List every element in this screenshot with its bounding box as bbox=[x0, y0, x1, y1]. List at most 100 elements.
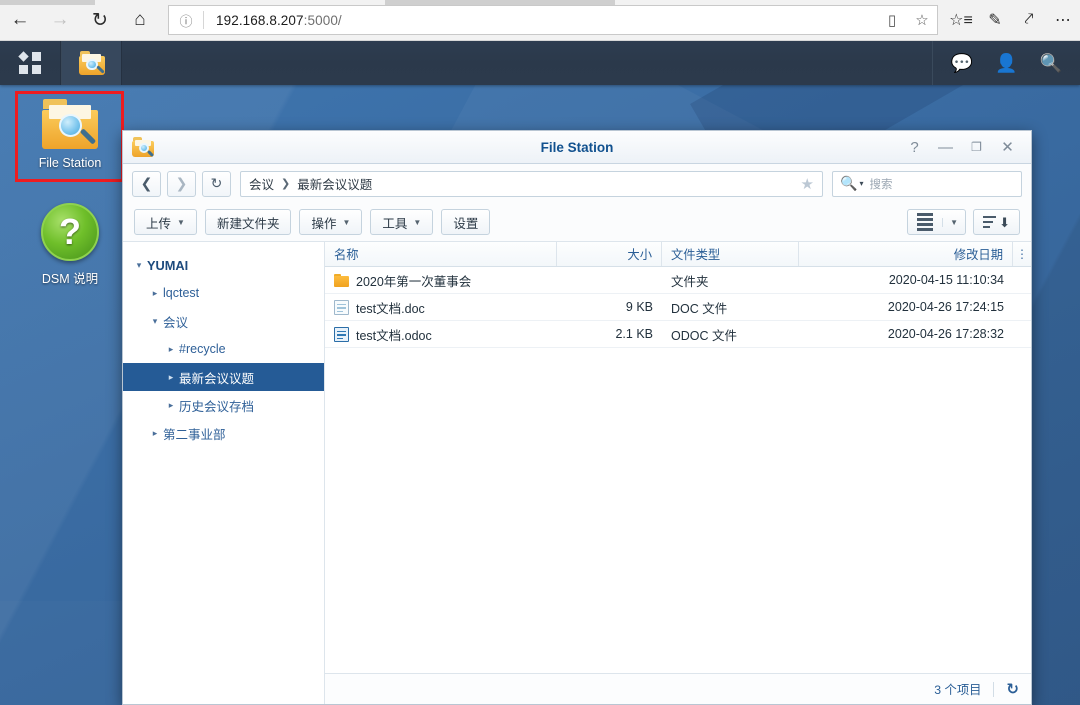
share-icon[interactable]: ⤤ bbox=[1012, 0, 1046, 41]
chevron-down-icon[interactable]: ▾ bbox=[147, 316, 163, 327]
refresh-icon[interactable]: ↻ bbox=[1006, 680, 1019, 698]
view-mode-button[interactable]: ▼ bbox=[907, 209, 966, 235]
status-bar: 3 个项目 ↻ bbox=[325, 673, 1031, 704]
table-row[interactable]: 2020年第一次董事会 文件夹 2020-04-15 11:10:34 bbox=[325, 267, 1031, 294]
app-grid-icon bbox=[19, 52, 41, 74]
address-port: :5000/ bbox=[304, 13, 342, 28]
file-type-cell: 文件夹 bbox=[662, 271, 799, 290]
chevron-right-icon[interactable]: ▸ bbox=[163, 400, 179, 411]
browser-tab-stub-1[interactable] bbox=[0, 0, 95, 5]
window-minimize-button[interactable]: — bbox=[930, 134, 961, 160]
list-view-icon[interactable] bbox=[908, 213, 942, 231]
tree-item-label: #recycle bbox=[179, 342, 226, 356]
taskbar-item-file-station[interactable] bbox=[61, 41, 122, 85]
back-icon[interactable]: ← bbox=[0, 0, 40, 41]
table-row[interactable]: test文档.odoc 2.1 KB ODOC 文件 2020-04-26 17… bbox=[325, 321, 1031, 348]
window-help-button[interactable]: ? bbox=[899, 134, 930, 160]
action-button[interactable]: 操作 ▼ bbox=[299, 209, 362, 235]
chevron-down-icon[interactable]: ▾ bbox=[131, 260, 147, 271]
person-icon[interactable]: 👤 bbox=[995, 53, 1017, 74]
tree-item-history-archive[interactable]: ▸ 历史会议存档 bbox=[123, 391, 324, 419]
breadcrumb[interactable]: 会议 ❯ 最新会议议题 ★ bbox=[240, 171, 823, 197]
column-header-type[interactable]: 文件类型 bbox=[662, 242, 799, 266]
tree-item-recycle[interactable]: ▸ #recycle bbox=[123, 335, 324, 363]
taskbar-spacer bbox=[122, 41, 932, 85]
file-date-cell: 2020-04-26 17:28:32 bbox=[799, 327, 1031, 341]
file-list-panel: 名称 大小 文件类型 修改日期 ⋮ 2020年第一次董事会 文件夹 2020 bbox=[325, 242, 1031, 704]
address-text[interactable]: 192.168.8.207:5000/ bbox=[204, 13, 877, 28]
chevron-right-icon[interactable]: ▸ bbox=[147, 288, 163, 299]
dsm-taskbar: 💬 👤 🔍 bbox=[0, 41, 1080, 85]
upload-button[interactable]: 上传 ▼ bbox=[134, 209, 197, 235]
nav-refresh-button[interactable]: ↻ bbox=[202, 171, 231, 197]
question-mark-circle-icon: ? bbox=[41, 203, 99, 261]
refresh-icon[interactable]: ↻ bbox=[80, 0, 120, 41]
hub-favorites-icon[interactable]: ☆≡ bbox=[944, 0, 978, 41]
desktop-icon-dsm-help[interactable]: ? DSM 说明 bbox=[18, 203, 122, 287]
file-type-cell: DOC 文件 bbox=[662, 298, 799, 317]
tree-item-yumai[interactable]: ▾ YUMAI bbox=[123, 251, 324, 279]
main-menu-button[interactable] bbox=[0, 41, 61, 85]
chevron-right-icon[interactable]: ▸ bbox=[147, 428, 163, 439]
chevron-down-icon[interactable]: ▾ bbox=[859, 179, 863, 188]
tools-button-label: 工具 bbox=[382, 213, 407, 232]
column-options-icon[interactable]: ⋮ bbox=[1013, 242, 1031, 266]
window-close-button[interactable]: ✕ bbox=[992, 134, 1023, 160]
search-icon[interactable]: 🔍 bbox=[1040, 53, 1062, 74]
file-name-cell[interactable]: test文档.odoc bbox=[325, 325, 557, 344]
web-note-pen-icon[interactable]: ✎ bbox=[978, 0, 1012, 41]
column-header-date[interactable]: 修改日期 bbox=[799, 242, 1013, 266]
file-date-cell: 2020-04-15 11:10:34 bbox=[799, 273, 1031, 287]
breadcrumb-segment-2[interactable]: 最新会议议题 bbox=[297, 174, 372, 193]
chevron-down-icon: ▼ bbox=[413, 218, 421, 227]
file-name-cell[interactable]: test文档.doc bbox=[325, 298, 557, 317]
taskbar-tray: 💬 👤 🔍 bbox=[932, 41, 1080, 85]
tree-item-label: YUMAI bbox=[147, 258, 188, 273]
desktop-icon-file-station[interactable]: File Station bbox=[18, 99, 122, 170]
window-navbar: ❮ ❯ ↻ 会议 ❯ 最新会议议题 ★ 🔍 ▾ 搜索 bbox=[123, 164, 1031, 203]
window-titlebar[interactable]: File Station ? — ❐ ✕ bbox=[123, 131, 1031, 164]
file-list-header: 名称 大小 文件类型 修改日期 ⋮ bbox=[325, 242, 1031, 267]
view-mode-caret[interactable]: ▼ bbox=[942, 218, 965, 227]
book-icon[interactable]: ▯ bbox=[877, 11, 907, 29]
tree-item-huiyi[interactable]: ▾ 会议 bbox=[123, 307, 324, 335]
chevron-down-icon: ▼ bbox=[342, 218, 350, 227]
settings-button-label: 设置 bbox=[453, 213, 478, 232]
forward-icon[interactable]: → bbox=[40, 0, 80, 41]
window-title: File Station bbox=[123, 140, 1031, 155]
file-name-cell[interactable]: 2020年第一次董事会 bbox=[325, 271, 557, 290]
site-info-icon[interactable]: ⓘ bbox=[169, 11, 203, 30]
new-folder-button[interactable]: 新建文件夹 bbox=[205, 209, 292, 235]
nav-back-button[interactable]: ❮ bbox=[132, 171, 161, 197]
window-maximize-button[interactable]: ❐ bbox=[961, 134, 992, 160]
more-ellipsis-icon[interactable]: ⋯ bbox=[1046, 0, 1080, 41]
file-station-folder-icon bbox=[79, 51, 105, 75]
item-count-label: 3 个项目 bbox=[934, 680, 981, 698]
tools-button[interactable]: 工具 ▼ bbox=[370, 209, 433, 235]
breadcrumb-segment-1[interactable]: 会议 bbox=[249, 174, 274, 193]
browser-tab-stub-2[interactable] bbox=[385, 0, 615, 5]
chevron-right-icon[interactable]: ▸ bbox=[163, 344, 179, 355]
chevron-right-icon[interactable]: ▸ bbox=[163, 372, 179, 383]
desktop-icon-label: File Station bbox=[39, 156, 102, 170]
settings-button[interactable]: 设置 bbox=[441, 209, 490, 235]
tree-item-label: 历史会议存档 bbox=[179, 396, 254, 415]
column-header-size[interactable]: 大小 bbox=[557, 242, 662, 266]
nav-forward-button[interactable]: ❯ bbox=[167, 171, 196, 197]
tree-item-lqctest[interactable]: ▸ lqctest bbox=[123, 279, 324, 307]
column-header-name[interactable]: 名称 bbox=[325, 242, 557, 266]
search-input[interactable]: 搜索 bbox=[869, 176, 892, 192]
table-row[interactable]: test文档.doc 9 KB DOC 文件 2020-04-26 17:24:… bbox=[325, 294, 1031, 321]
star-icon[interactable]: ☆ bbox=[907, 11, 937, 29]
address-bar[interactable]: ⓘ 192.168.8.207:5000/ ▯ ☆ bbox=[168, 5, 938, 35]
home-icon[interactable]: ⌂ bbox=[120, 0, 160, 41]
file-station-folder-icon bbox=[42, 99, 98, 149]
chat-bubble-icon[interactable]: 💬 bbox=[951, 53, 973, 74]
window-toolbar: 上传 ▼ 新建文件夹 操作 ▼ 工具 ▼ 设置 bbox=[123, 203, 1031, 241]
doc-file-icon bbox=[334, 300, 349, 315]
star-icon[interactable]: ★ bbox=[801, 175, 814, 193]
tree-item-second-division[interactable]: ▸ 第二事业部 bbox=[123, 419, 324, 447]
sort-button[interactable]: ⬇ bbox=[973, 209, 1020, 235]
tree-item-latest-agenda[interactable]: ▸ 最新会议议题 bbox=[123, 363, 324, 391]
search-box[interactable]: 🔍 ▾ 搜索 bbox=[832, 171, 1022, 197]
